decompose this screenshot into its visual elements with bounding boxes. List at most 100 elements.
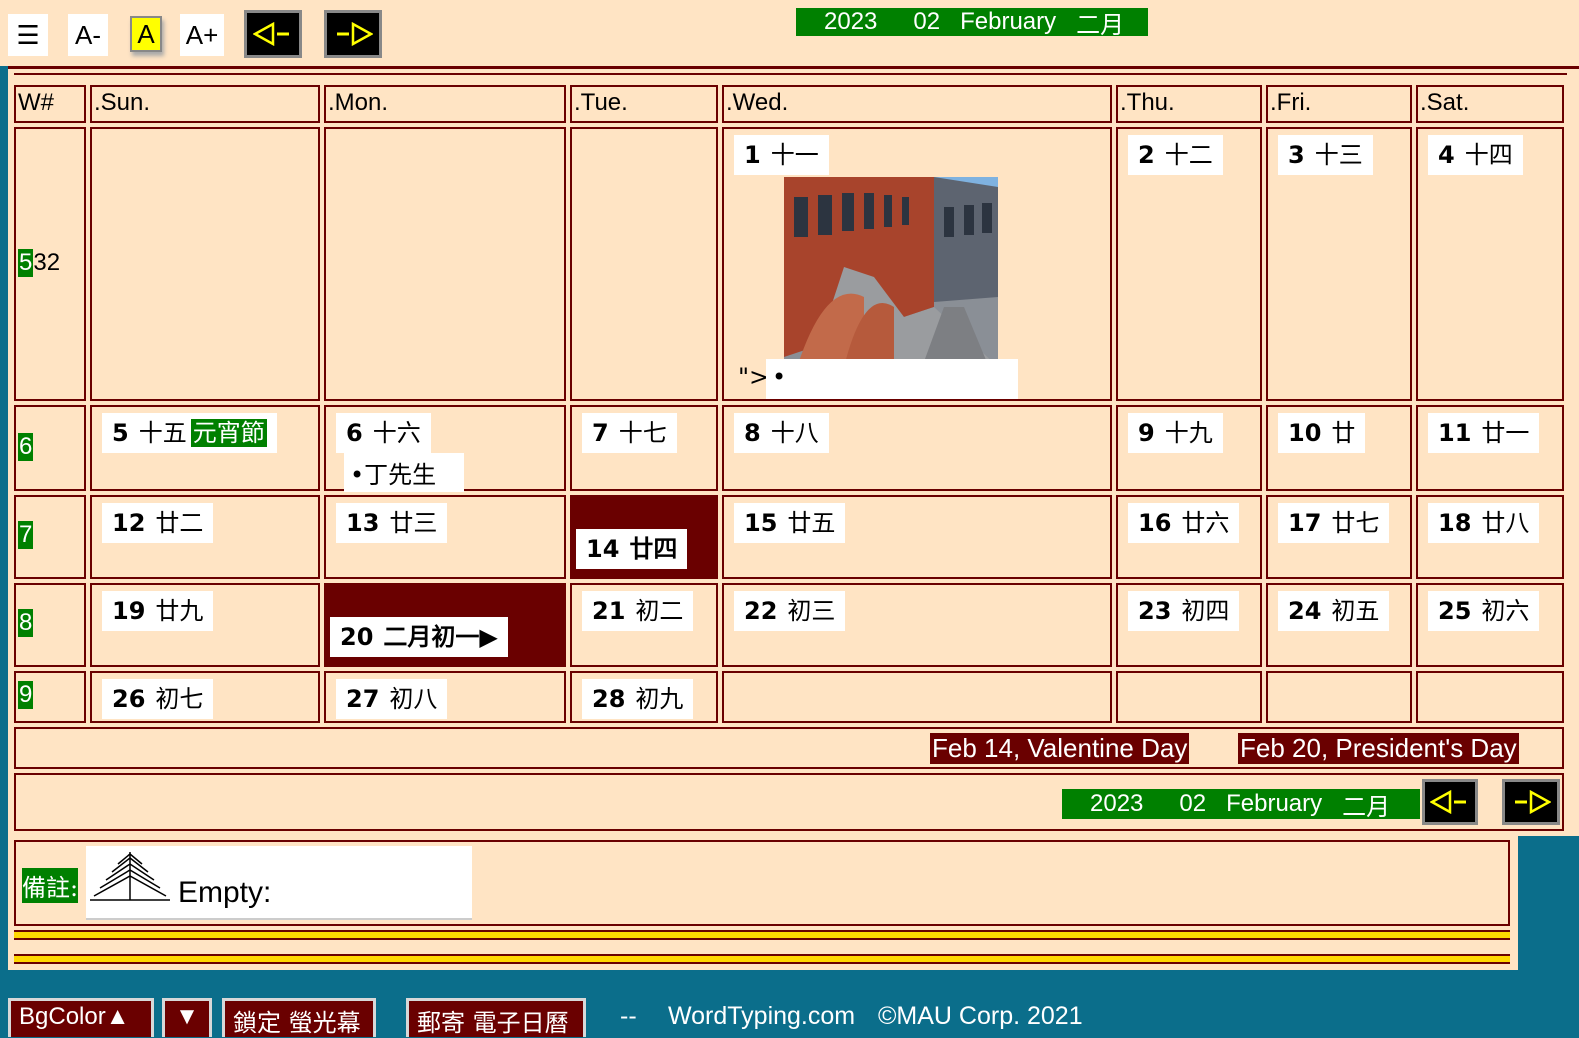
day-cell-19[interactable]: 19 廿九 bbox=[90, 583, 320, 667]
bgcolor-up-button[interactable]: BgColor▲ bbox=[8, 998, 154, 1037]
prev-month-button[interactable] bbox=[244, 10, 302, 58]
day-cell-21[interactable]: 21 初二 bbox=[570, 583, 718, 667]
day-cell-empty bbox=[324, 127, 566, 401]
notes-label: 備註: bbox=[22, 868, 79, 903]
day-cell-22[interactable]: 22 初三 bbox=[722, 583, 1112, 667]
day-cell-2[interactable]: 2 十二 bbox=[1116, 127, 1262, 401]
font-smaller-button[interactable]: A- bbox=[68, 14, 108, 56]
week-of-month: 8 bbox=[18, 609, 34, 637]
bottom-nav-row: 2023 02 February 二月 bbox=[14, 773, 1564, 831]
font-larger-button[interactable]: A+ bbox=[180, 14, 224, 56]
day-cell-18[interactable]: 18 廿八 bbox=[1416, 495, 1564, 579]
notes-panel: 備註: Empty: bbox=[8, 836, 1518, 970]
day-label: 4 十四 bbox=[1428, 135, 1523, 175]
divider bbox=[14, 73, 1567, 75]
day-cell-11[interactable]: 11 廿一 bbox=[1416, 405, 1564, 491]
header-week-number: W# bbox=[14, 85, 86, 123]
day-cell-9[interactable]: 9 十九 bbox=[1116, 405, 1262, 491]
day-cell-10[interactable]: 10 廿 bbox=[1266, 405, 1412, 491]
day-cell-27[interactable]: 27 初八 bbox=[324, 671, 566, 723]
day-cell-empty bbox=[722, 671, 1112, 723]
day-cell-16[interactable]: 16 廿六 bbox=[1116, 495, 1262, 579]
day-label: 14 廿四 bbox=[576, 529, 688, 569]
event-text: "> bbox=[738, 363, 770, 391]
bgcolor-down-button[interactable]: ▼ bbox=[162, 998, 212, 1037]
week-number-cell: 8 bbox=[14, 583, 86, 667]
title-month-cn: 二月 bbox=[1342, 792, 1391, 821]
notes-content[interactable]: Empty: bbox=[86, 846, 472, 920]
font-normal-button[interactable]: A bbox=[130, 16, 162, 52]
notes-box: 備註: Empty: bbox=[14, 840, 1510, 926]
day-cell-8[interactable]: 8 十八 bbox=[722, 405, 1112, 491]
day-label: 3 十三 bbox=[1278, 135, 1373, 175]
day-cell-17[interactable]: 17 廿七 bbox=[1266, 495, 1412, 579]
holiday-note-presidents: Feb 20, President's Day bbox=[1238, 733, 1519, 764]
day-label: 28 初九 bbox=[582, 679, 694, 719]
day-cell-empty bbox=[1416, 671, 1564, 723]
header-mon: .Mon. bbox=[324, 85, 566, 123]
day-cell-5[interactable]: 5 十五 元宵節 bbox=[90, 405, 320, 491]
next-month-button[interactable] bbox=[324, 10, 382, 58]
day-label: 18 廿八 bbox=[1428, 503, 1540, 543]
title-month-num: 02 bbox=[1179, 790, 1207, 817]
copyright: ©MAU Corp. 2021 bbox=[878, 1002, 1083, 1030]
event-bullet[interactable]: • bbox=[766, 359, 1018, 399]
building-photo-icon bbox=[784, 177, 998, 389]
day-label: 19 廿九 bbox=[102, 591, 214, 631]
day-label: 12 廿二 bbox=[102, 503, 214, 543]
day-cell-26[interactable]: 26 初七 bbox=[90, 671, 320, 723]
day-label: 11 廿一 bbox=[1428, 413, 1540, 453]
day-label: 9 十九 bbox=[1128, 413, 1223, 453]
day-cell-1[interactable]: 1 十一 "> • bbox=[722, 127, 1112, 401]
header-sat: .Sat. bbox=[1416, 85, 1564, 123]
header-fri: .Fri. bbox=[1266, 85, 1412, 123]
day-cell-13[interactable]: 13 廿三 bbox=[324, 495, 566, 579]
day-label: 1 十一 bbox=[734, 135, 829, 175]
title-month-num: 02 bbox=[913, 8, 941, 35]
day-cell-28[interactable]: 28 初九 bbox=[570, 671, 718, 723]
day-cell-20[interactable]: 20 二月初一▶ bbox=[324, 583, 566, 667]
day-label: 6 十六 bbox=[336, 413, 431, 453]
day-cell-4[interactable]: 4 十四 bbox=[1416, 127, 1564, 401]
title-month-name: February bbox=[960, 8, 1057, 35]
title-year: 2023 bbox=[824, 8, 878, 35]
header-tue: .Tue. bbox=[570, 85, 718, 123]
day-label: 21 初二 bbox=[582, 591, 694, 631]
day-label: 16 廿六 bbox=[1128, 503, 1240, 543]
event-item[interactable]: •丁先生 bbox=[344, 453, 464, 492]
site-link[interactable]: WordTyping.com bbox=[668, 1002, 855, 1031]
day-cell-6[interactable]: 6 十六 •丁先生 bbox=[324, 405, 566, 492]
menu-icon[interactable]: ☰ bbox=[8, 14, 48, 56]
next-arrow-icon bbox=[337, 22, 373, 46]
prev-month-button-bottom[interactable] bbox=[1422, 779, 1478, 825]
footer-separator: -- bbox=[620, 1002, 637, 1030]
notes-text: Empty: bbox=[178, 876, 272, 909]
lock-screen-button[interactable]: 鎖定 螢光幕 bbox=[222, 998, 376, 1037]
week-of-month: 5 bbox=[18, 249, 34, 277]
day-cell-24[interactable]: 24 初五 bbox=[1266, 583, 1412, 667]
calendar-panel: W# .Sun. .Mon. .Tue. .Wed. .Thu. .Fri. .… bbox=[8, 66, 1579, 836]
event-photo[interactable] bbox=[784, 177, 998, 389]
month-title-bottom: 2023 02 February 二月 bbox=[1062, 789, 1420, 821]
day-label: 15 廿五 bbox=[734, 503, 846, 543]
prev-arrow-icon bbox=[253, 22, 289, 46]
day-cell-25[interactable]: 25 初六 bbox=[1416, 583, 1564, 667]
header-thu: .Thu. bbox=[1116, 85, 1262, 123]
header-wed: .Wed. bbox=[722, 85, 1112, 123]
day-cell-7[interactable]: 7 十七 bbox=[570, 405, 718, 491]
day-label: 24 初五 bbox=[1278, 591, 1390, 631]
day-cell-23[interactable]: 23 初四 bbox=[1116, 583, 1262, 667]
day-cell-empty bbox=[570, 127, 718, 401]
day-cell-12[interactable]: 12 廿二 bbox=[90, 495, 320, 579]
header-sun: .Sun. bbox=[90, 85, 320, 123]
mail-calendar-button[interactable]: 郵寄 電子日曆 bbox=[406, 998, 586, 1037]
day-cell-14[interactable]: 14 廿四 bbox=[570, 495, 718, 579]
day-cell-15[interactable]: 15 廿五 bbox=[722, 495, 1112, 579]
day-cell-3[interactable]: 3 十三 bbox=[1266, 127, 1412, 401]
tree-icon bbox=[90, 852, 170, 901]
toolbar: ☰ A- A A+ 2023 02 February 二月 bbox=[0, 0, 1579, 66]
week-number-cell: 6 bbox=[14, 405, 86, 491]
day-label: 8 十八 bbox=[734, 413, 829, 453]
next-month-button-bottom[interactable] bbox=[1502, 779, 1560, 825]
day-label: 22 初三 bbox=[734, 591, 846, 631]
